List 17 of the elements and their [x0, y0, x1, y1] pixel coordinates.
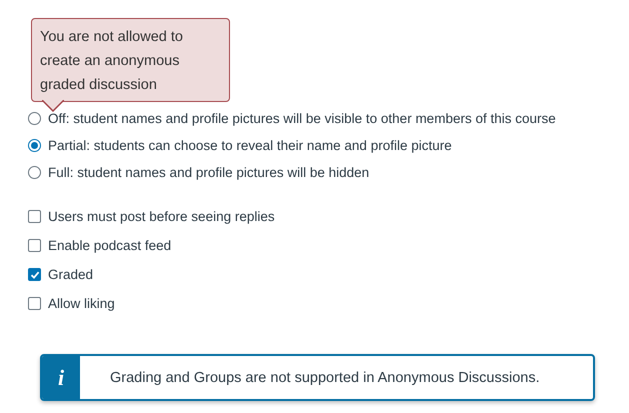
- radio-button[interactable]: [28, 139, 41, 152]
- radio-label: Partial: students can choose to reveal their name and profile picture: [48, 137, 452, 154]
- checkbox[interactable]: [28, 268, 41, 281]
- radio-label: Off: student names and profile pictures will be visible to other members of this course: [48, 110, 556, 127]
- tooltip-arrow: [42, 100, 64, 112]
- radio-label: Full: student names and profile pictures will be hidden: [48, 164, 370, 181]
- radio-button[interactable]: [28, 166, 41, 179]
- radio-button[interactable]: [28, 112, 41, 125]
- checkbox-label: Allow liking: [48, 295, 115, 312]
- info-icon: i: [42, 356, 80, 399]
- checkbox-label: Users must post before seeing replies: [48, 208, 275, 225]
- alert-message: Grading and Groups are not supported in Anonymous Discussions.: [110, 370, 540, 386]
- checkbox-label: Enable podcast feed: [48, 237, 172, 254]
- checkbox[interactable]: [28, 239, 41, 252]
- checkbox[interactable]: [28, 210, 41, 223]
- checkbox[interactable]: [28, 297, 41, 310]
- checkbox-label: Graded: [48, 266, 94, 283]
